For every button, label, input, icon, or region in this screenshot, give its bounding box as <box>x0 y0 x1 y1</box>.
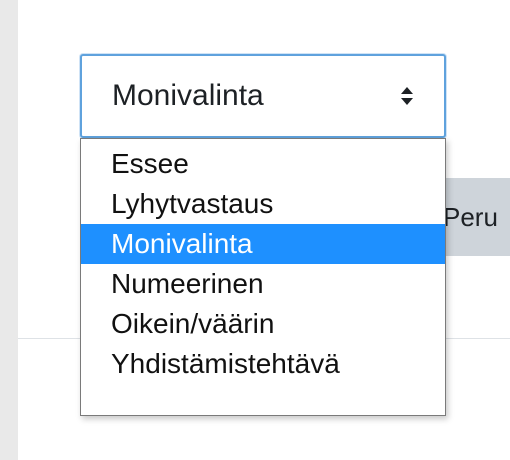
option-essee[interactable]: Essee <box>81 144 445 184</box>
option-lyhytvastaus[interactable]: Lyhytvastaus <box>81 184 445 224</box>
select-current-value: Monivalinta <box>112 79 264 112</box>
option-yhdistamistehtava[interactable]: Yhdistämistehtävä <box>81 344 445 384</box>
option-numeerinen[interactable]: Numeerinen <box>81 264 445 304</box>
select-dropdown-list: Essee Lyhytvastaus Monivalinta Numeerine… <box>80 138 446 416</box>
page-left-strip <box>0 0 18 460</box>
updown-chevron-icon <box>401 87 413 105</box>
cancel-button[interactable]: Peru <box>435 178 510 256</box>
option-oikein-vaarin[interactable]: Oikein/väärin <box>81 304 445 344</box>
question-type-select[interactable]: Monivalinta <box>80 54 446 138</box>
option-monivalinta[interactable]: Monivalinta <box>81 224 445 264</box>
